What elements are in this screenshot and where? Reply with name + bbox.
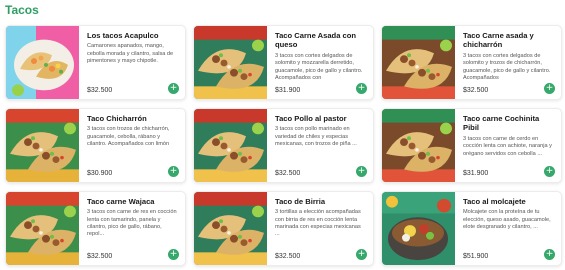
product-description: 3 tacos con trozos de chicharrón, guacam… <box>87 126 170 148</box>
product-card-4[interactable]: Taco Chicharrón 3 tacos con trozos de ch… <box>5 108 186 183</box>
product-name: Los tacos Acapulco <box>87 31 159 40</box>
add-to-cart-button[interactable]: + <box>544 166 555 177</box>
product-card-9[interactable]: Taco al molcajete Molcajete con la prote… <box>381 191 562 266</box>
product-grid: Los tacos Acapulco Camarones apanados, m… <box>5 25 562 266</box>
product-description: 3 tortillas a elección acompañadas con b… <box>275 209 361 238</box>
add-to-cart-button[interactable]: + <box>356 83 367 94</box>
product-info: Taco carne Wajaca 3 tacos con carne de r… <box>79 192 185 265</box>
product-name: Taco al molcajete <box>463 197 526 206</box>
taco-plate-image <box>6 109 79 182</box>
product-price: $32.500 <box>87 253 113 260</box>
product-description: 3 tacos con carne de cerdo en cocción le… <box>463 135 552 157</box>
product-card-3[interactable]: Taco Carne asada y chicharrón 3 tacos co… <box>381 25 562 100</box>
product-info: Taco Carne Asada con queso 3 tacos con c… <box>267 26 373 99</box>
molcajete-bowl-image <box>382 192 455 265</box>
add-to-cart-button[interactable]: + <box>168 249 179 260</box>
product-price: $51.900 <box>463 253 489 260</box>
add-to-cart-button[interactable]: + <box>356 166 367 177</box>
product-price: $30.900 <box>87 170 113 177</box>
section-title: Tacos <box>5 3 39 17</box>
product-name: Taco Carne Asada con queso <box>275 31 357 50</box>
product-price: $32.500 <box>463 87 489 94</box>
add-to-cart-button[interactable]: + <box>356 249 367 260</box>
taco-plate-image <box>194 26 267 99</box>
product-price: $32.500 <box>275 253 301 260</box>
add-to-cart-button[interactable]: + <box>544 249 555 260</box>
pink-taco-plate-image <box>6 26 79 99</box>
taco-plate-image <box>382 26 455 99</box>
product-description: 3 tacos con carne de res en cocción lent… <box>87 209 177 238</box>
product-name: Taco carne Wajaca <box>87 197 155 206</box>
add-to-cart-button[interactable]: + <box>168 166 179 177</box>
taco-plate-image <box>382 109 455 182</box>
product-price: $31.900 <box>463 170 489 177</box>
product-price: $31.900 <box>275 87 301 94</box>
product-name: Taco Chicharrón <box>87 114 147 123</box>
taco-plate-image <box>194 192 267 265</box>
product-price: $32.500 <box>87 87 113 94</box>
product-description: 3 tacos con pollo marinado en variedad d… <box>275 126 357 148</box>
product-card-6[interactable]: Taco carne Cochinita Pibil 3 tacos con c… <box>381 108 562 183</box>
add-to-cart-button[interactable]: + <box>544 83 555 94</box>
product-description: 3 tacos con cortes delgados de solomito … <box>275 52 363 81</box>
product-name: Taco de Birria <box>275 197 326 206</box>
product-card-7[interactable]: Taco carne Wajaca 3 tacos con carne de r… <box>5 191 186 266</box>
product-name: Taco Carne asada y chicharrón <box>463 31 534 50</box>
product-price: $32.500 <box>275 170 301 177</box>
product-description: 3 tacos con cortes delgados de solomito … <box>463 52 551 81</box>
product-info: Taco al molcajete Molcajete con la prote… <box>455 192 561 265</box>
product-description: Camarones apanados, mango, cebolla morad… <box>87 43 174 65</box>
product-description: Molcajete con la proteína de tu elección… <box>463 209 551 231</box>
product-card-2[interactable]: Taco Carne Asada con queso 3 tacos con c… <box>193 25 374 100</box>
product-name: Taco Pollo al pastor <box>275 114 347 123</box>
taco-plate-image <box>6 192 79 265</box>
product-card-1[interactable]: Los tacos Acapulco Camarones apanados, m… <box>5 25 186 100</box>
product-name: Taco carne Cochinita Pibil <box>463 114 540 133</box>
product-info: Taco Pollo al pastor 3 tacos con pollo m… <box>267 109 373 182</box>
product-info: Taco Carne asada y chicharrón 3 tacos co… <box>455 26 561 99</box>
product-card-5[interactable]: Taco Pollo al pastor 3 tacos con pollo m… <box>193 108 374 183</box>
taco-plate-image <box>194 109 267 182</box>
product-info: Taco carne Cochinita Pibil 3 tacos con c… <box>455 109 561 182</box>
product-info: Taco de Birria 3 tortillas a elección ac… <box>267 192 373 265</box>
product-card-8[interactable]: Taco de Birria 3 tortillas a elección ac… <box>193 191 374 266</box>
add-to-cart-button[interactable]: + <box>168 83 179 94</box>
product-info: Los tacos Acapulco Camarones apanados, m… <box>79 26 185 99</box>
product-info: Taco Chicharrón 3 tacos con trozos de ch… <box>79 109 185 182</box>
